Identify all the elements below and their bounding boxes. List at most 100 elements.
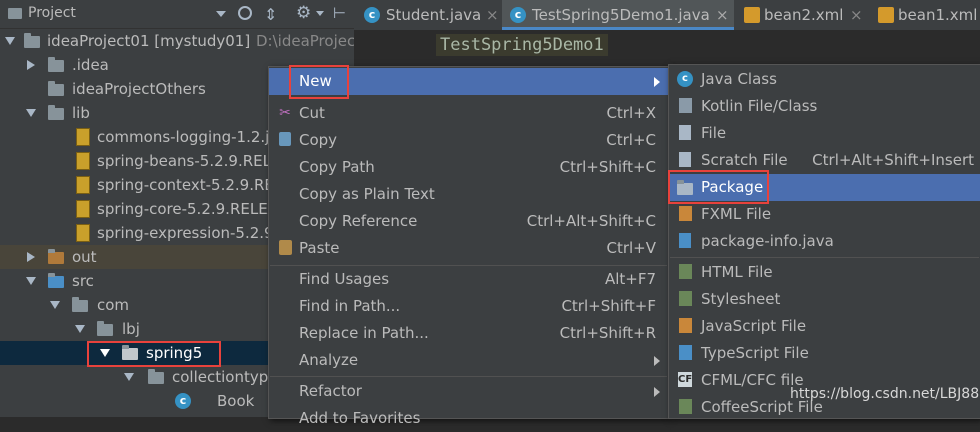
submenu-item-javascript[interactable]: JavaScript File — [669, 313, 980, 340]
tab-label: bean1.xml — [898, 6, 978, 24]
menu-item-label: Copy Path — [299, 158, 375, 176]
tree-item-label: commons-logging-1.2.j — [97, 128, 270, 146]
menu-separator — [270, 376, 667, 377]
menu-item-label: Stylesheet — [701, 290, 781, 308]
collapse-arrow-icon[interactable] — [27, 252, 35, 262]
submenu-item-java-class[interactable]: c Java Class — [669, 66, 980, 93]
menu-item-copy-path[interactable]: Copy Path Ctrl+Shift+C — [269, 154, 668, 181]
ts-file-icon — [679, 345, 692, 360]
menu-item-cut[interactable]: ✂ Cut Ctrl+X — [269, 100, 668, 127]
menu-item-replace-in-path[interactable]: Replace in Path... Ctrl+Shift+R — [269, 320, 668, 347]
expand-arrow-icon[interactable] — [75, 325, 85, 333]
jar-icon — [76, 128, 90, 146]
expand-arrow-icon[interactable] — [26, 277, 36, 285]
kotlin-file-icon — [679, 98, 692, 113]
menu-item-add-to-favorites[interactable]: Add to Favorites — [269, 405, 668, 432]
project-folder-icon — [8, 8, 22, 19]
tree-item-label: collectiontyp — [172, 368, 269, 386]
gear-icon[interactable]: ⚙ — [296, 3, 311, 23]
menu-item-label: Copy as Plain Text — [299, 185, 435, 203]
menu-item-copy-plain-text[interactable]: Copy as Plain Text — [269, 181, 668, 208]
jar-icon — [76, 176, 90, 194]
submenu-arrow-icon — [654, 387, 660, 397]
menu-item-label: JavaScript File — [701, 317, 807, 335]
expand-arrow-icon[interactable] — [124, 373, 134, 381]
menu-item-label: CFML/CFC file — [701, 371, 804, 389]
submenu-item-kotlin[interactable]: Kotlin File/Class — [669, 93, 980, 120]
tree-item-root[interactable]: ideaProject01 [mystudy01] D:\ideaProjec — [0, 29, 356, 53]
tab-bean1-xml[interactable]: bean1.xml — [874, 0, 978, 30]
tree-item-label: com — [97, 296, 130, 314]
project-panel-header: Project ⇕ ⚙ ⊢ — [0, 0, 354, 29]
folder-icon — [48, 249, 64, 264]
expand-arrow-icon[interactable] — [50, 301, 60, 309]
tab-testspring5demo1-java[interactable]: c TestSpring5Demo1.java × — [502, 0, 734, 30]
module-folder-icon — [24, 33, 40, 48]
menu-item-copy[interactable]: Copy Ctrl+C — [269, 127, 668, 154]
submenu-item-fxml[interactable]: FXML File — [669, 201, 980, 228]
tree-item-label: src — [72, 272, 94, 290]
css-file-icon — [679, 291, 692, 306]
watermark-text: https://blog.csdn.net/LBJ8888888 — [790, 386, 980, 402]
jar-icon — [76, 224, 90, 242]
collapse-arrow-icon[interactable] — [27, 60, 35, 70]
menu-item-label: Analyze — [299, 351, 359, 369]
tab-label: TestSpring5Demo1.java — [532, 6, 710, 24]
tab-bean2-xml[interactable]: bean2.xml × — [738, 0, 864, 30]
new-annotation-box — [289, 65, 349, 99]
xml-icon — [744, 7, 760, 23]
menu-item-find-usages[interactable]: Find Usages Alt+F7 — [269, 266, 668, 293]
menu-item-find-in-path[interactable]: Find in Path... Ctrl+Shift+F — [269, 293, 668, 320]
class-icon: c — [510, 7, 526, 23]
folder-icon — [48, 81, 64, 96]
expand-arrow-icon[interactable] — [5, 37, 15, 45]
close-icon[interactable]: × — [716, 0, 729, 30]
menu-item-label: Java Class — [701, 70, 777, 88]
class-icon: c — [175, 393, 191, 409]
submenu-item-stylesheet[interactable]: Stylesheet — [669, 286, 980, 313]
menu-item-analyze[interactable]: Analyze — [269, 347, 668, 374]
submenu-item-typescript[interactable]: TypeScript File — [669, 340, 980, 367]
js-file-icon — [679, 318, 692, 333]
submenu-item-file[interactable]: File — [669, 120, 980, 147]
tree-item-label: lbj — [122, 320, 140, 338]
tree-item-label: spring-context-5.2.9.RE — [97, 176, 274, 194]
dropdown-arrow-icon[interactable] — [216, 11, 226, 17]
menu-item-refactor[interactable]: Refactor — [269, 378, 668, 405]
menu-item-label: Replace in Path... — [299, 324, 429, 342]
submenu-item-html[interactable]: HTML File — [669, 259, 980, 286]
close-icon[interactable]: × — [486, 0, 499, 30]
project-panel-title[interactable]: Project — [28, 5, 76, 21]
expand-arrow-icon[interactable] — [26, 109, 36, 117]
scissors-icon: ✂ — [279, 105, 291, 121]
tab-student-java[interactable]: c Student.java × — [360, 0, 500, 30]
package-icon — [72, 297, 88, 312]
close-icon[interactable]: × — [850, 0, 863, 30]
jar-icon — [76, 152, 90, 170]
file-icon — [679, 125, 691, 140]
menu-item-label: HTML File — [701, 263, 773, 281]
settings-dropdown-icon[interactable] — [316, 11, 324, 16]
coffeescript-file-icon — [679, 399, 692, 414]
menu-item-shortcut: Ctrl+Shift+F — [561, 297, 656, 315]
menu-item-paste[interactable]: Paste Ctrl+V — [269, 235, 668, 262]
scratch-file-icon — [679, 152, 691, 167]
menu-item-shortcut: Ctrl+Alt+Shift+C — [526, 212, 656, 230]
tree-item-path: D:\ideaProjec — [256, 32, 356, 50]
tree-item-label: ideaProject01 [mystudy01] — [47, 32, 251, 50]
source-folder-icon — [48, 273, 64, 288]
tree-item-label: spring-expression-5.2.9 — [97, 224, 274, 242]
submenu-arrow-icon — [654, 77, 660, 87]
locate-icon[interactable] — [238, 6, 252, 20]
clipboard-icon — [279, 240, 292, 255]
hide-panel-icon[interactable]: ⊢ — [333, 4, 346, 22]
package-icon — [148, 369, 164, 384]
menu-item-label: Find in Path... — [299, 297, 401, 315]
menu-item-label: FXML File — [701, 205, 772, 223]
menu-item-copy-reference[interactable]: Copy Reference Ctrl+Alt+Shift+C — [269, 208, 668, 235]
menu-item-label: Refactor — [299, 382, 362, 400]
editor-tabs: c Student.java × c TestSpring5Demo1.java… — [354, 0, 980, 30]
collapse-all-icon[interactable]: ⇕ — [264, 5, 277, 24]
context-menu: New ✂ Cut Ctrl+X Copy Ctrl+C Copy Path C… — [268, 66, 669, 427]
submenu-item-package-info[interactable]: package-info.java — [669, 228, 980, 255]
